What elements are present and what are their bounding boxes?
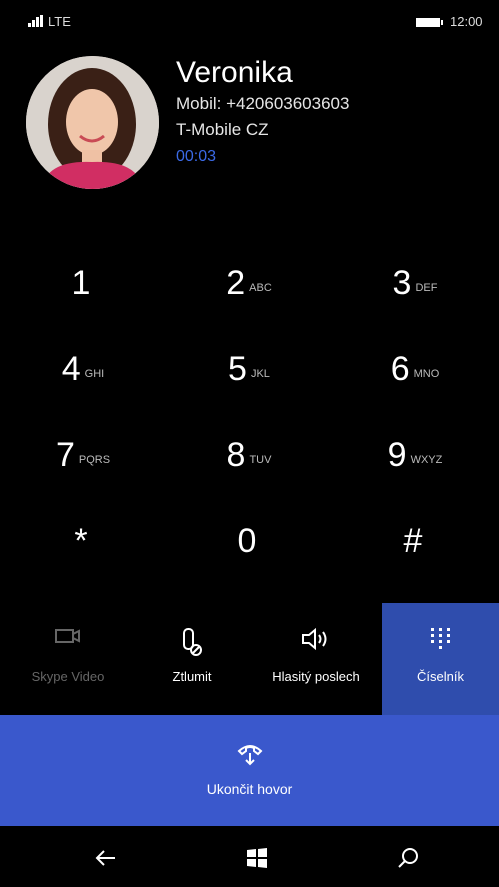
speaker-label: Hlasitý poslech xyxy=(272,669,360,684)
call-timer: 00:03 xyxy=(176,148,217,165)
start-button[interactable] xyxy=(237,838,277,878)
network-type: LTE xyxy=(48,14,71,29)
key-0[interactable]: 0 xyxy=(166,498,332,584)
signal-icon xyxy=(28,15,43,27)
mute-icon xyxy=(183,628,202,656)
keypad-label: Číselník xyxy=(417,669,464,684)
speaker-button[interactable]: Hlasitý poslech xyxy=(254,603,378,715)
speaker-icon xyxy=(302,627,327,651)
status-bar: LTE 12:00 xyxy=(0,0,499,40)
key-7[interactable]: 7 PQRS xyxy=(0,412,166,498)
status-time: 12:00 xyxy=(450,14,483,29)
key-1[interactable]: 1 xyxy=(0,240,166,326)
windows-icon xyxy=(247,848,267,868)
search-icon xyxy=(398,848,418,868)
call-action-bar: Skype Video Ztlumit Hlasitý poslech Číse… xyxy=(0,603,499,715)
back-icon xyxy=(95,850,115,866)
contact-number: Mobil: +420603603603 xyxy=(176,94,350,113)
mute-label: Ztlumit xyxy=(172,669,212,684)
key-8[interactable]: 8 TUV xyxy=(166,412,332,498)
end-call-label: Ukončit hovor xyxy=(206,781,293,797)
camera-icon xyxy=(55,629,80,643)
key-6[interactable]: 6 MNO xyxy=(332,326,498,412)
end-call-icon xyxy=(237,745,262,766)
key-9[interactable]: 9 WXYZ xyxy=(332,412,498,498)
key-3[interactable]: 3 DEF xyxy=(332,240,498,326)
key-4[interactable]: 4 GHI xyxy=(0,326,166,412)
end-call-button[interactable]: Ukončit hovor xyxy=(0,715,499,826)
key-star[interactable]: * xyxy=(0,498,166,584)
mute-button[interactable]: Ztlumit xyxy=(130,603,254,715)
skype-video-label: Skype Video xyxy=(31,669,105,684)
battery-icon xyxy=(416,18,443,27)
back-button[interactable] xyxy=(86,838,126,878)
dial-keypad: 1 2 ABC 3 DEF 4 GHI 5 JKL 6 MNO 7 PQRS 8 TUV 9W… xyxy=(0,240,499,590)
key-5[interactable]: 5 JKL xyxy=(166,326,332,412)
key-2[interactable]: 2 ABC xyxy=(166,240,332,326)
navigation-bar xyxy=(0,826,499,887)
skype-video-button[interactable]: Skype Video xyxy=(6,603,130,715)
keypad-button[interactable]: Číselník xyxy=(382,603,499,715)
keypad-icon xyxy=(430,628,450,649)
key-hash[interactable]: # xyxy=(332,498,498,584)
search-button[interactable] xyxy=(388,838,428,878)
contact-name: Veronika xyxy=(176,56,293,89)
avatar xyxy=(26,56,159,189)
contact-carrier: T-Mobile CZ xyxy=(176,120,269,139)
